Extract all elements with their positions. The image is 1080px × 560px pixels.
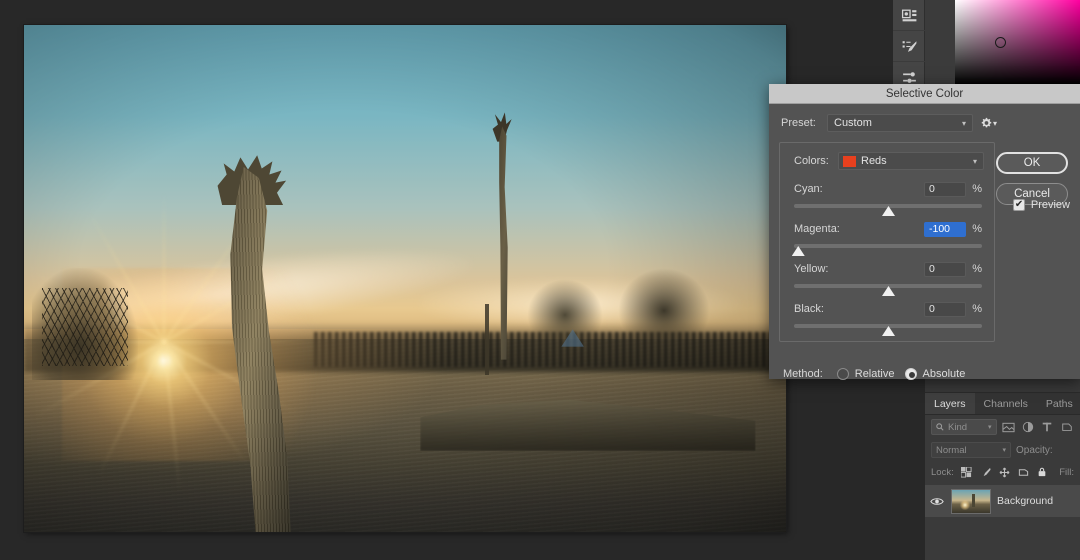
selective-color-dialog: Selective Color Preset: Custom ▾ ▾ Color… xyxy=(769,84,1080,379)
slider-black: Black: 0 % xyxy=(794,301,982,328)
blend-mode-row: Normal ▾ Opacity: xyxy=(925,439,1080,461)
black-track[interactable] xyxy=(794,324,982,328)
lock-position-icon[interactable] xyxy=(998,466,1011,479)
pixel-filter-icon[interactable] xyxy=(1002,420,1016,435)
method-absolute-label: Absolute xyxy=(923,368,966,380)
preset-value: Custom xyxy=(834,117,872,129)
yellow-unit: % xyxy=(966,263,982,275)
cyan-track[interactable] xyxy=(794,204,982,208)
preview-checkbox-row[interactable]: Preview xyxy=(1013,199,1070,211)
checkbox-checked-icon[interactable] xyxy=(1013,199,1025,211)
preset-label: Preset: xyxy=(781,117,827,129)
search-icon xyxy=(936,423,944,431)
tab-channels[interactable]: Channels xyxy=(975,393,1037,414)
brush-presets-icon[interactable] xyxy=(893,31,925,62)
eye-icon[interactable] xyxy=(929,496,945,507)
radio-on-icon xyxy=(905,368,917,380)
lock-artboard-nesting-icon[interactable] xyxy=(1017,466,1030,479)
layer-name: Background xyxy=(997,495,1053,507)
cyan-value: 0 xyxy=(929,183,935,195)
method-relative-label: Relative xyxy=(855,368,895,380)
adjustment-filter-icon[interactable] xyxy=(1021,420,1035,435)
yellow-track[interactable] xyxy=(794,284,982,288)
slider-cyan: Cyan: 0 % xyxy=(794,181,982,208)
chevron-down-icon: ▾ xyxy=(962,119,966,128)
method-row: Method: Relative Absolute xyxy=(783,368,965,380)
color-swatch xyxy=(843,156,856,167)
panel-icon-strip xyxy=(893,0,925,95)
color-field[interactable] xyxy=(955,0,1080,84)
layer-filter-row: Kind ▾ xyxy=(925,415,1080,439)
fill-label: Fill: xyxy=(1059,467,1074,478)
black-unit: % xyxy=(966,303,982,315)
preset-row: Preset: Custom ▾ ▾ xyxy=(781,114,1068,132)
cyan-label: Cyan: xyxy=(794,183,924,195)
color-adjust-group: Colors: Reds ▾ Cyan: 0 % xyxy=(779,142,995,342)
magenta-track[interactable] xyxy=(794,244,982,248)
magenta-input[interactable]: -100 xyxy=(924,222,966,237)
colors-select[interactable]: Reds ▾ xyxy=(838,152,984,170)
shape-filter-icon[interactable] xyxy=(1060,420,1074,435)
lock-transparent-pixels-icon[interactable] xyxy=(960,466,973,479)
color-picker-cursor[interactable] xyxy=(995,37,1006,48)
chevron-down-icon: ▾ xyxy=(1002,446,1006,454)
layer-list-item[interactable]: Background xyxy=(925,485,1080,517)
dialog-title: Selective Color xyxy=(769,84,1080,104)
radio-off-icon xyxy=(837,368,849,380)
preview-label: Preview xyxy=(1031,199,1070,211)
canvas-image[interactable] xyxy=(24,25,786,532)
chevron-down-icon: ▾ xyxy=(973,157,977,166)
method-relative-radio[interactable]: Relative xyxy=(837,368,895,380)
colors-row: Colors: Reds ▾ xyxy=(794,152,984,170)
blend-mode-select[interactable]: Normal ▾ xyxy=(931,442,1011,458)
layer-kind-label: Kind xyxy=(948,422,967,433)
black-label: Black: xyxy=(794,303,924,315)
magenta-label: Magenta: xyxy=(794,223,924,235)
lock-all-icon[interactable] xyxy=(1036,466,1049,479)
cyan-input[interactable]: 0 xyxy=(924,182,966,197)
layers-panel-tabs: Layers Channels Paths xyxy=(925,393,1080,415)
type-filter-icon[interactable] xyxy=(1040,420,1054,435)
method-label: Method: xyxy=(783,368,823,380)
photo-vignette xyxy=(24,25,786,532)
layers-panel: Layers Channels Paths Kind ▾ xyxy=(925,392,1080,560)
yellow-label: Yellow: xyxy=(794,263,924,275)
tab-layers[interactable]: Layers xyxy=(925,393,975,414)
lock-image-pixels-icon[interactable] xyxy=(979,466,992,479)
opacity-label: Opacity: xyxy=(1016,445,1053,456)
magenta-unit: % xyxy=(966,223,982,235)
cyan-knob[interactable] xyxy=(882,206,895,216)
colors-value: Reds xyxy=(861,155,887,167)
lock-row: Lock: xyxy=(925,461,1080,483)
magenta-knob[interactable] xyxy=(792,246,805,256)
slider-magenta: Magenta: -100 % xyxy=(794,221,982,248)
lock-label: Lock: xyxy=(931,467,954,478)
gear-icon[interactable]: ▾ xyxy=(981,115,997,131)
layer-kind-filter[interactable]: Kind ▾ xyxy=(931,419,997,435)
black-knob[interactable] xyxy=(882,326,895,336)
tab-paths[interactable]: Paths xyxy=(1037,393,1080,414)
blend-mode-value: Normal xyxy=(936,445,967,456)
slider-yellow: Yellow: 0 % xyxy=(794,261,982,288)
yellow-knob[interactable] xyxy=(882,286,895,296)
black-value: 0 xyxy=(929,303,935,315)
colors-label: Colors: xyxy=(794,155,838,167)
gear-chevron: ▾ xyxy=(993,119,997,128)
chevron-down-icon: ▾ xyxy=(988,423,992,431)
cyan-unit: % xyxy=(966,183,982,195)
yellow-value: 0 xyxy=(929,263,935,275)
color-panel-gutter xyxy=(925,0,955,84)
preset-select[interactable]: Custom ▾ xyxy=(827,114,973,132)
magenta-value: -100 xyxy=(929,223,950,235)
method-absolute-radio[interactable]: Absolute xyxy=(905,368,966,380)
yellow-input[interactable]: 0 xyxy=(924,262,966,277)
ok-button[interactable]: OK xyxy=(996,152,1068,174)
adjustments-panel-icon[interactable] xyxy=(893,0,925,31)
layer-thumbnail[interactable] xyxy=(951,489,991,514)
black-input[interactable]: 0 xyxy=(924,302,966,317)
